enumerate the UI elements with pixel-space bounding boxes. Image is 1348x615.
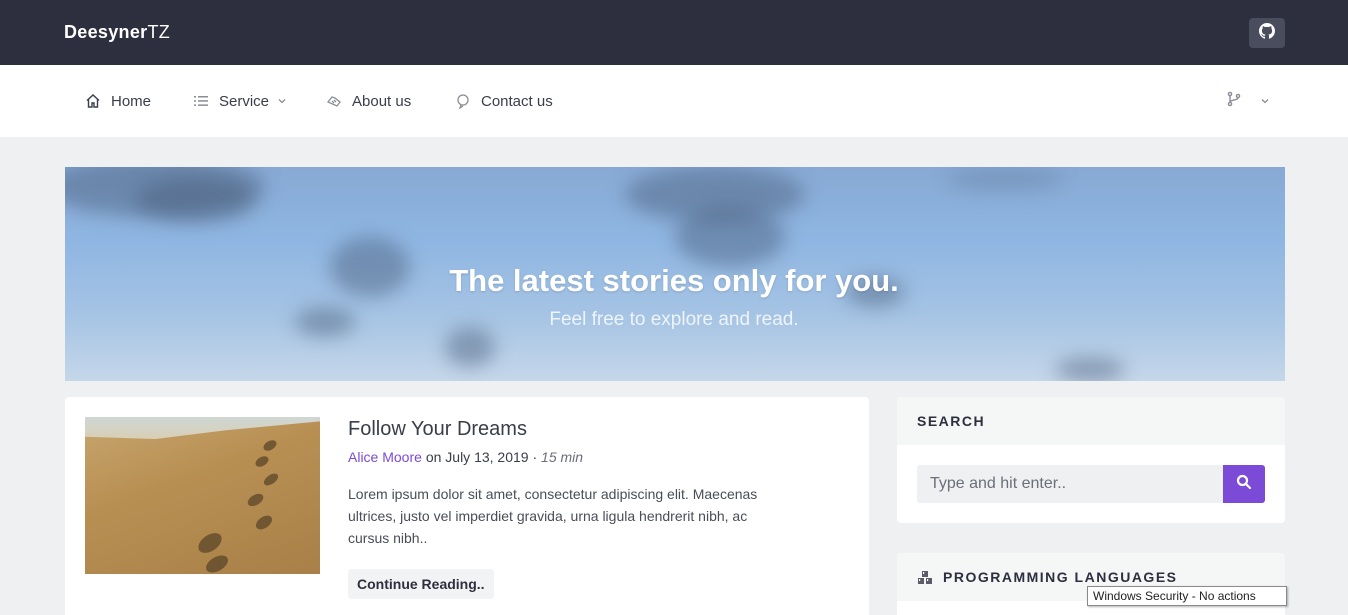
windows-security-tooltip: Windows Security - No actions bbox=[1087, 586, 1287, 606]
list-icon bbox=[193, 93, 209, 109]
post-date: July 13, 2019 bbox=[445, 449, 529, 465]
nav-label-home: Home bbox=[111, 92, 152, 110]
top-bar: DeesynerTZ bbox=[0, 0, 1348, 65]
post-read-time: 15 min bbox=[541, 449, 584, 465]
hero-banner: The latest stories only for you. Feel fr… bbox=[65, 167, 1285, 381]
nav-label-about: About us bbox=[352, 92, 412, 110]
post-card: Follow Your Dreams Alice Moore on July 1… bbox=[65, 397, 869, 615]
handshake-icon bbox=[326, 93, 342, 109]
nav-item-service[interactable]: Service bbox=[193, 91, 287, 111]
git-branch-icon bbox=[1226, 91, 1242, 112]
github-button[interactable] bbox=[1249, 18, 1285, 48]
post-excerpt: Lorem ipsum dolor sit amet, consectetur … bbox=[348, 486, 758, 546]
cubes-icon bbox=[917, 570, 933, 585]
github-icon bbox=[1259, 22, 1275, 44]
search-input[interactable] bbox=[917, 465, 1223, 503]
post-meta: Alice Moore on July 13, 2019 · 15 min bbox=[348, 449, 584, 465]
search-widget-title: SEARCH bbox=[897, 397, 1285, 445]
branch-dropdown[interactable] bbox=[1226, 91, 1270, 111]
nav-label-service: Service bbox=[219, 92, 270, 110]
nav-item-about[interactable]: About us bbox=[326, 91, 411, 111]
continue-reading-button[interactable]: Continue Reading.. bbox=[348, 569, 494, 599]
home-icon bbox=[85, 93, 101, 109]
hero-title: The latest stories only for you. bbox=[449, 263, 899, 298]
post-author-link[interactable]: Alice Moore bbox=[348, 449, 422, 465]
chevron-down-icon bbox=[1260, 96, 1270, 106]
search-widget: SEARCH bbox=[897, 397, 1285, 523]
search-button[interactable] bbox=[1223, 465, 1265, 503]
post-thumbnail[interactable] bbox=[85, 417, 320, 574]
chevron-down-icon bbox=[277, 96, 287, 106]
search-icon bbox=[1236, 474, 1252, 495]
hero-subtitle: Feel free to explore and read. bbox=[549, 309, 799, 330]
main-nav: Home Service About us Contact us bbox=[0, 65, 1348, 137]
chat-bubble-icon bbox=[455, 93, 471, 109]
nav-item-contact[interactable]: Contact us bbox=[455, 91, 553, 111]
post-title[interactable]: Follow Your Dreams bbox=[348, 418, 527, 441]
nav-item-home[interactable]: Home bbox=[85, 91, 151, 111]
brand-logo[interactable]: DeesynerTZ bbox=[64, 22, 170, 43]
nav-label-contact: Contact us bbox=[481, 92, 553, 110]
